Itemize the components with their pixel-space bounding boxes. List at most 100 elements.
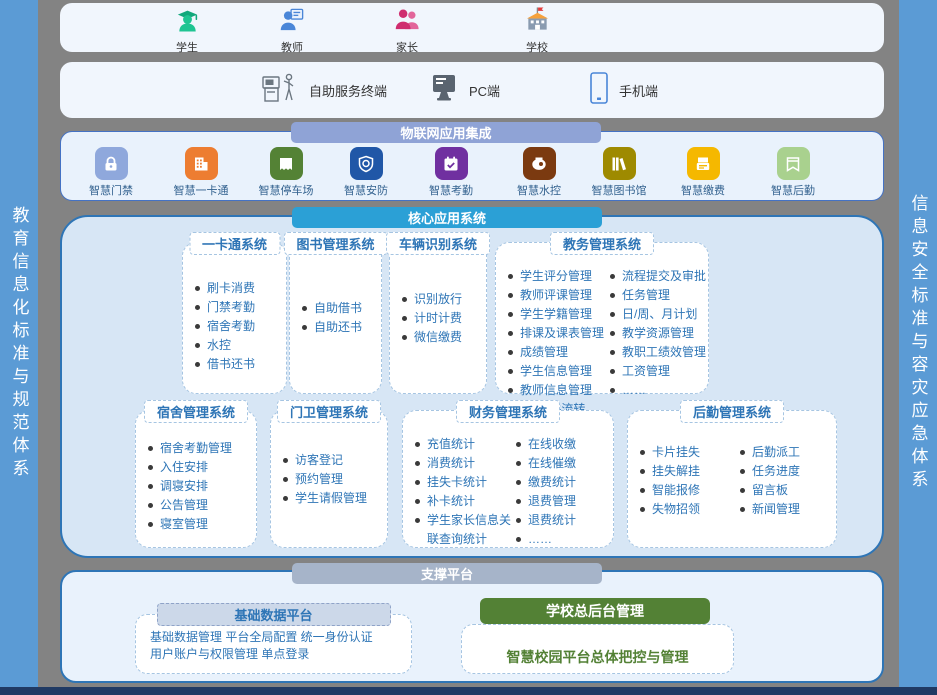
iot-item-library: 智慧图书馆 [583,147,655,198]
list-item-text: 缴费统计 [528,473,576,492]
user-item-student: 学生 [157,6,217,55]
bullet [516,461,521,466]
system-box-finance: 财务管理系统 充值统计消费统计挂失卡统计补卡统计学生家长信息关联查询统计 在线收… [402,410,614,548]
school-admin-title: 学校总后台管理 [480,598,710,624]
list-item-text: 门禁考勤 [207,298,255,317]
bullet [195,324,200,329]
user-label: 教师 [281,39,303,55]
phone-icon [588,71,610,110]
pc-icon [428,72,460,109]
list-item: …… [516,530,613,549]
security-icon [350,147,383,180]
bullet [283,458,288,463]
user-item-teacher: 教师 [262,6,322,55]
base-data-platform-title: 基础数据平台 [157,603,391,626]
bullet [302,306,307,311]
iot-label: 智慧考勤 [429,182,473,198]
bullet [610,312,615,317]
system-items: 访客登记预约管理学生请假管理 [271,411,387,547]
list-item: 补卡统计 [415,492,512,511]
iot-label: 智慧后勤 [771,182,815,198]
list-item-text: …… [528,530,552,549]
system-items: 刷卡消费门禁考勤宿舍考勤水控借书还书 [183,243,286,374]
iot-label: 智慧停车场 [259,182,314,198]
left-standard-label: 教育信息化标准与规范体系 [7,206,32,482]
list-item: 访客登记 [283,451,381,470]
bullet [516,442,521,447]
system-items: 充值统计消费统计挂失卡统计补卡统计学生家长信息关联查询统计 [403,411,512,547]
bullet [148,484,153,489]
bullet [508,388,513,393]
student-icon [174,6,201,38]
door-access-icon [95,147,128,180]
onecard-icon [185,147,218,180]
school-admin-box: 智慧校园平台总体把控与管理 [461,624,734,674]
bullet [148,465,153,470]
bullet [415,499,420,504]
support-panel: 支撑平台 基础数据平台 基础数据管理 平台全局配置 统一身份认证 用户账户与权限… [60,570,884,683]
list-item-text: 日/周、月计划 [622,305,697,324]
list-item: 识别放行 [402,290,480,309]
iot-item-payment: 智慧缴费 [667,147,739,198]
iot-label: 智慧缴费 [681,182,725,198]
list-item-text: 学生评分管理 [520,267,592,286]
list-item-text: 在线收缴 [528,435,576,454]
bullet [402,297,407,302]
bullet [740,507,745,512]
device-item-mobile: 手机端 [588,62,658,118]
bullet [640,450,645,455]
core-panel: 核心应用系统 一卡通系统 刷卡消费门禁考勤宿舍考勤水控借书还书 图书管理系统 自… [60,215,884,558]
list-item: 在线催缴 [516,454,613,473]
list-item-text: 访客登记 [295,451,343,470]
list-item: 后勤派工 [740,443,836,462]
list-item-text: 卡片挂失 [652,443,700,462]
list-item: 任务管理 [610,286,708,305]
school-admin-description: 智慧校园平台总体把控与管理 [462,625,733,667]
list-item-text: 学生学籍管理 [520,305,592,324]
list-item: 排课及课表管理 [508,324,606,343]
bullet [195,286,200,291]
list-item: 工资管理 [610,362,708,381]
list-item-text: 留言板 [752,481,788,500]
device-item-pc: PC端 [428,62,500,118]
list-item-text: 挂失解挂 [652,462,700,481]
list-item-text: 学生家长信息关联查询统计 [427,511,512,549]
list-item: 教师评课管理 [508,286,606,305]
bullet [640,469,645,474]
iot-label: 智慧图书馆 [592,182,647,198]
system-box-library: 图书管理系统 自助借书自助还书 [289,242,382,394]
list-item-text: 计时计费 [414,309,462,328]
users-panel: 学生 教师 家长 学校 [60,3,884,52]
list-item-text: 寝室管理 [160,515,208,534]
system-title: 图书管理系统 [283,232,387,255]
bottom-divider [0,687,937,695]
list-item-text: 成绩管理 [520,343,568,362]
teacher-icon [279,6,306,38]
list-item: 刷卡消费 [195,279,280,298]
list-item: 学生请假管理 [283,489,381,508]
list-item: 入住安排 [148,458,250,477]
bullet [508,293,513,298]
list-item-text: 失物招领 [652,500,700,519]
bullet [516,518,521,523]
list-item: 微信缴费 [402,328,480,347]
device-label: PC端 [469,81,500,100]
bullet [740,450,745,455]
list-item-text: 新闻管理 [752,500,800,519]
bullet [610,388,615,393]
right-standard-label: 信息安全标准与容灾应急体系 [906,194,931,493]
bullet [415,480,420,485]
right-standard-bar: 信息安全标准与容灾应急体系 [899,0,937,687]
smart-campus-architecture-diagram: 教育信息化标准与规范体系 信息安全标准与容灾应急体系 学生 教师 家长 [0,0,937,695]
list-item-text: 后勤派工 [752,443,800,462]
list-item: 教学资源管理 [610,324,708,343]
list-item: 智能报修 [640,481,736,500]
bullet [640,488,645,493]
list-item-text: 微信缴费 [414,328,462,347]
list-item-text: 学生信息管理 [520,362,592,381]
iot-item-onecard: 智慧一卡通 [165,147,237,198]
list-item: 学生家长信息关联查询统计 [415,511,512,549]
base-line-2: 用户账户与权限管理 单点登录 [150,646,397,663]
kiosk-icon [260,70,300,111]
bullet [610,369,615,374]
